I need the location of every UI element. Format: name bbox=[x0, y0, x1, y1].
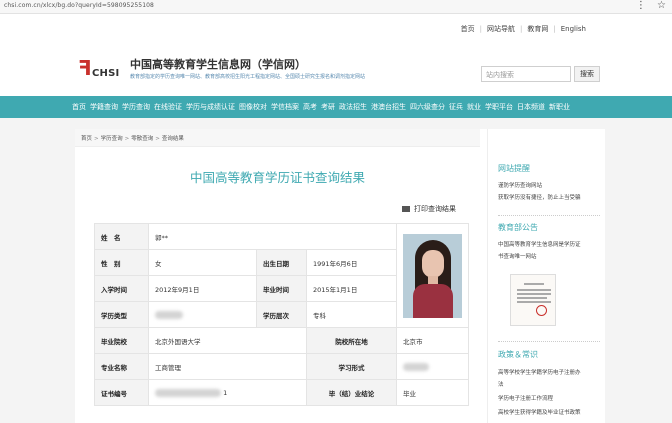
nav-item[interactable]: 四六级查分 bbox=[410, 102, 445, 112]
name-label: 姓 名 bbox=[94, 223, 149, 250]
print-label: 打印查询结果 bbox=[414, 205, 456, 213]
type-label: 学历类型 bbox=[94, 301, 149, 328]
cert-label: 证书编号 bbox=[94, 379, 149, 406]
form-label: 学习形式 bbox=[306, 353, 397, 380]
toplink-edu[interactable]: 教育网 bbox=[527, 25, 548, 33]
redacted-value bbox=[155, 310, 183, 319]
gender-label: 性 别 bbox=[94, 249, 149, 276]
notice-title: 教育部公告 bbox=[498, 223, 538, 232]
nav-item[interactable]: 征兵 bbox=[449, 102, 463, 112]
content-panel: 首页 > 学历查询 > 零散查询 > 查询结果 中国高等教育学历证书查询结果 打印查询结果 … bbox=[75, 129, 605, 423]
tip-link[interactable]: 谨防学历查询网站 bbox=[498, 181, 542, 189]
table-row: 专业名称 工商管理 学习形式 bbox=[94, 353, 469, 380]
breadcrumb: 首页 > 学历查询 > 零散查询 > 查询结果 bbox=[75, 129, 480, 147]
nav-item[interactable]: 新职业 bbox=[549, 102, 570, 112]
policy-link[interactable]: 高校学生获得学籍及毕业证书政策 bbox=[498, 408, 581, 416]
toplink-sitemap[interactable]: 网站导航 bbox=[487, 25, 515, 33]
breadcrumb-item[interactable]: 学历查询 bbox=[101, 136, 123, 142]
site-description: 教育部指定的学历查询唯一网站、教育部高校招生阳光工程指定网站、全国硕士研究生报名… bbox=[130, 74, 366, 80]
nav-item[interactable]: 图像校对 bbox=[239, 102, 267, 112]
page-title: 中国高等教育学历证书查询结果 bbox=[189, 170, 365, 185]
tips-title: 网站提醒 bbox=[498, 164, 530, 173]
sidebar: 网站提醒 谨防学历查询网站 获取学历没有捷径，防止上当受骗 教育部公告 中国高等… bbox=[487, 129, 605, 423]
star-icon[interactable]: ☆ bbox=[657, 0, 666, 11]
school-label: 毕业院校 bbox=[94, 327, 149, 354]
redacted-value bbox=[155, 388, 221, 397]
student-photo bbox=[403, 233, 462, 318]
entry-value: 2012年9月1日 bbox=[148, 275, 257, 302]
location-label: 院校所在地 bbox=[306, 327, 397, 354]
notice-link[interactable]: 书查询唯一网站 bbox=[498, 252, 537, 260]
nav-item[interactable]: 学历与成绩认证 bbox=[186, 102, 235, 112]
level-value: 专科 bbox=[306, 301, 397, 328]
breadcrumb-item[interactable]: 零散查询 bbox=[131, 136, 153, 142]
policy-title: 政策＆常识 bbox=[498, 350, 538, 359]
logo-mark-icon: ꟻ bbox=[78, 56, 92, 80]
cert-value: 1 bbox=[148, 379, 307, 406]
school-value: 北京外国语大学 bbox=[148, 327, 307, 354]
major-label: 专业名称 bbox=[94, 353, 149, 380]
tip-link[interactable]: 获取学历没有捷径，防止上当受骗 bbox=[498, 193, 581, 201]
browser-address-bar: chsi.com.cn/xlcx/bg.do?queryId=598095255… bbox=[0, 0, 672, 14]
policy-link[interactable]: 学历电子注册工作流程 bbox=[498, 394, 553, 402]
nav-item[interactable]: 首页 bbox=[72, 102, 86, 112]
result-value: 毕业 bbox=[396, 379, 469, 406]
policy-link[interactable]: 高等学校学生学籍学历电子注册办 bbox=[498, 368, 581, 376]
type-value bbox=[148, 301, 257, 328]
certificate-table: 姓 名 郭** 性 别 女 出生日期 1991年6月6日 入学时间 2012年9… bbox=[94, 223, 469, 406]
notice-link[interactable]: 中国高等教育学生信息网是学历证 bbox=[498, 240, 581, 248]
gender-value: 女 bbox=[148, 249, 257, 276]
breadcrumb-item[interactable]: 首页 bbox=[81, 136, 92, 142]
site-header: ꟻ CHSI 中国高等教育学生信息网（学信网） 教育部指定的学历查询唯一网站、教… bbox=[0, 40, 672, 96]
form-value bbox=[396, 353, 469, 380]
birth-value: 1991年6月6日 bbox=[306, 249, 397, 276]
location-value: 北京市 bbox=[396, 327, 469, 354]
toplink-home[interactable]: 首页 bbox=[461, 25, 475, 33]
nav-item[interactable]: 政法招生 bbox=[339, 102, 367, 112]
table-row: 毕业院校 北京外国语大学 院校所在地 北京市 bbox=[94, 327, 469, 354]
divider bbox=[498, 215, 600, 216]
nav-item[interactable]: 港澳台招生 bbox=[371, 102, 406, 112]
notice-document-thumbnail[interactable] bbox=[510, 274, 556, 326]
chsi-logo[interactable]: ꟻ CHSI bbox=[78, 56, 124, 86]
main-nav: 首页 学籍查询 学历查询 在线验证 学历与成绩认证 图像校对 学信档案 高考 考研 政法招生 港澳台… bbox=[0, 96, 672, 118]
entry-label: 入学时间 bbox=[94, 275, 149, 302]
table-row: 姓 名 郭** bbox=[94, 223, 469, 328]
nav-item[interactable]: 考研 bbox=[321, 102, 335, 112]
top-links: 首页 | 网站导航 | 教育网 | English bbox=[0, 14, 672, 40]
birth-label: 出生日期 bbox=[256, 249, 307, 276]
search-button[interactable]: 搜索 bbox=[574, 66, 600, 82]
photo-cell bbox=[396, 223, 469, 328]
nav-item[interactable]: 高考 bbox=[303, 102, 317, 112]
major-value: 工商管理 bbox=[148, 353, 307, 380]
search-input[interactable]: 站内搜索 bbox=[481, 66, 571, 82]
nav-item[interactable]: 学历查询 bbox=[122, 102, 150, 112]
nav-item[interactable]: 学信档案 bbox=[271, 102, 299, 112]
name-value: 郭** bbox=[148, 223, 397, 250]
result-label: 毕（结）业结论 bbox=[306, 379, 397, 406]
grad-value: 2015年1月1日 bbox=[306, 275, 397, 302]
breadcrumb-item: 查询结果 bbox=[161, 136, 184, 142]
printer-icon bbox=[402, 206, 410, 212]
site-title: 中国高等教育学生信息网（学信网） bbox=[130, 58, 306, 71]
logo-text: CHSI bbox=[92, 68, 120, 79]
nav-item[interactable]: 学职平台 bbox=[485, 102, 513, 112]
nav-item[interactable]: 日本频道 bbox=[517, 102, 545, 112]
print-link[interactable]: 打印查询结果 bbox=[402, 204, 456, 214]
policy-link[interactable]: 法 bbox=[498, 380, 504, 388]
nav-item[interactable]: 在线验证 bbox=[154, 102, 182, 112]
url-text[interactable]: chsi.com.cn/xlcx/bg.do?queryId=598095255… bbox=[4, 2, 154, 9]
table-row: 证书编号 1 毕（结）业结论 毕业 bbox=[94, 379, 469, 406]
redacted-value bbox=[403, 362, 429, 371]
toplink-english[interactable]: English bbox=[561, 25, 586, 33]
level-label: 学历层次 bbox=[256, 301, 307, 328]
nav-item[interactable]: 学籍查询 bbox=[90, 102, 118, 112]
nav-item[interactable]: 就业 bbox=[467, 102, 481, 112]
dots-icon[interactable]: ⋮ bbox=[636, 0, 646, 11]
grad-label: 毕业时间 bbox=[256, 275, 307, 302]
divider bbox=[498, 341, 600, 342]
